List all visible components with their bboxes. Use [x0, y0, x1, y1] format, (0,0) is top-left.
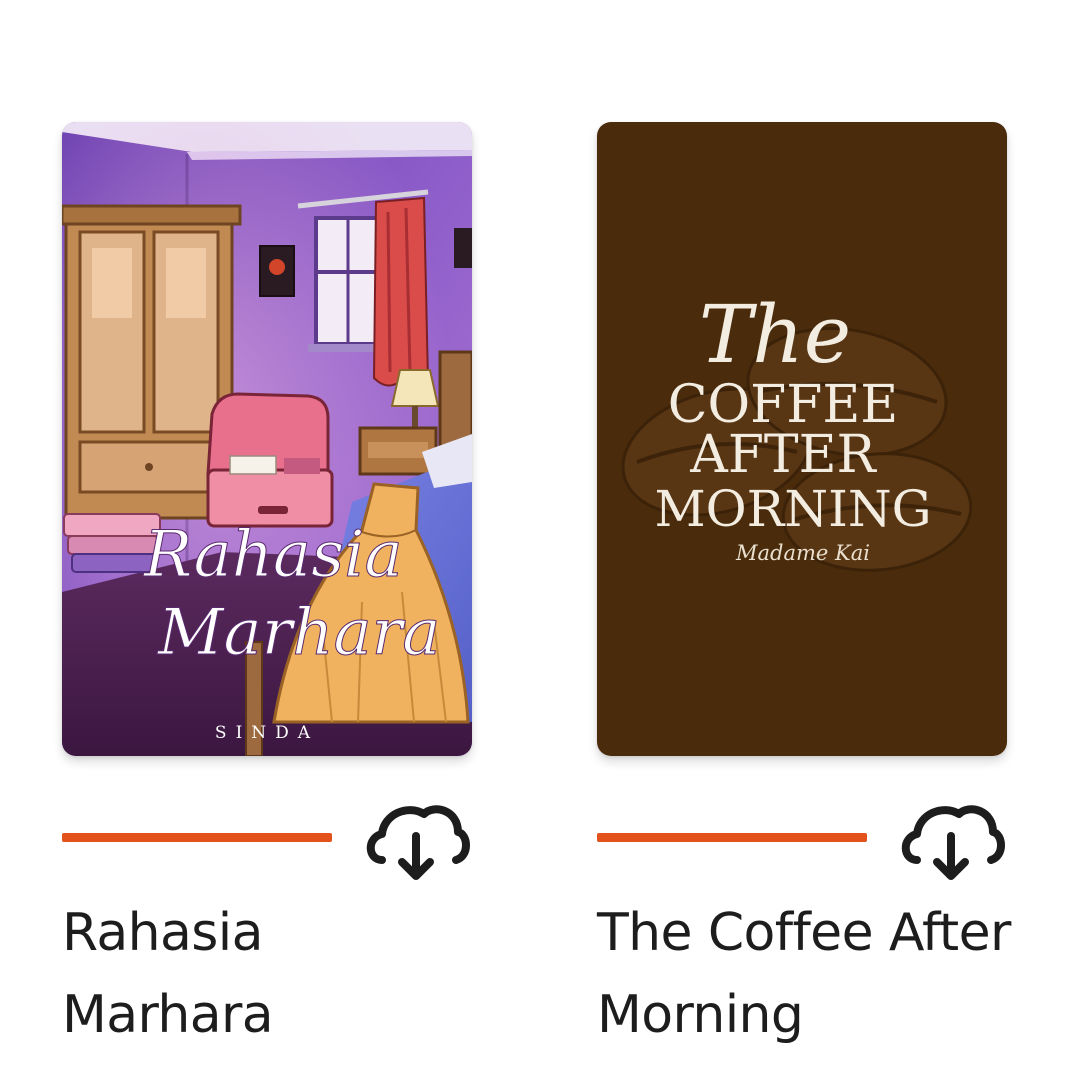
cover-title-line-1: Rahasia	[143, 518, 403, 592]
book-cover-rahasia-marhara[interactable]: Rahasia Marhara SINDA	[62, 122, 472, 756]
book-title[interactable]: The Coffee After Morning	[597, 892, 1017, 1056]
cover-title-line-4: MORNING	[654, 480, 931, 538]
cover-illustration-bedroom: Rahasia Marhara SINDA	[62, 122, 472, 756]
cloud-download-icon	[901, 805, 1005, 880]
book-card-rahasia-marhara[interactable]: Rahasia Marhara SINDA Rahasia Marhara	[62, 0, 482, 1080]
book-cover-the-coffee-after-morning[interactable]: The COFFEE AFTER MORNING Madame Kai	[597, 122, 1007, 756]
cover-title-line-3: AFTER	[689, 425, 877, 485]
cloud-download-icon	[366, 805, 470, 880]
book-title[interactable]: Rahasia Marhara	[62, 892, 482, 1056]
cover-illustration-coffee: The COFFEE AFTER MORNING Madame Kai	[597, 122, 1007, 756]
reading-progress-fill	[597, 833, 867, 842]
cover-title-line-1: The	[699, 288, 851, 381]
book-card-the-coffee-after-morning[interactable]: The COFFEE AFTER MORNING Madame Kai The …	[597, 0, 1017, 1080]
cover-author: Madame Kai	[735, 541, 870, 565]
reading-progress-bar	[62, 833, 332, 842]
reading-progress-bar	[597, 833, 867, 842]
reading-progress-fill	[62, 833, 332, 842]
download-button[interactable]	[362, 800, 470, 882]
cover-author: SINDA	[215, 723, 319, 743]
cover-title-line-2: Marhara	[157, 596, 440, 670]
download-button[interactable]	[897, 800, 1005, 882]
